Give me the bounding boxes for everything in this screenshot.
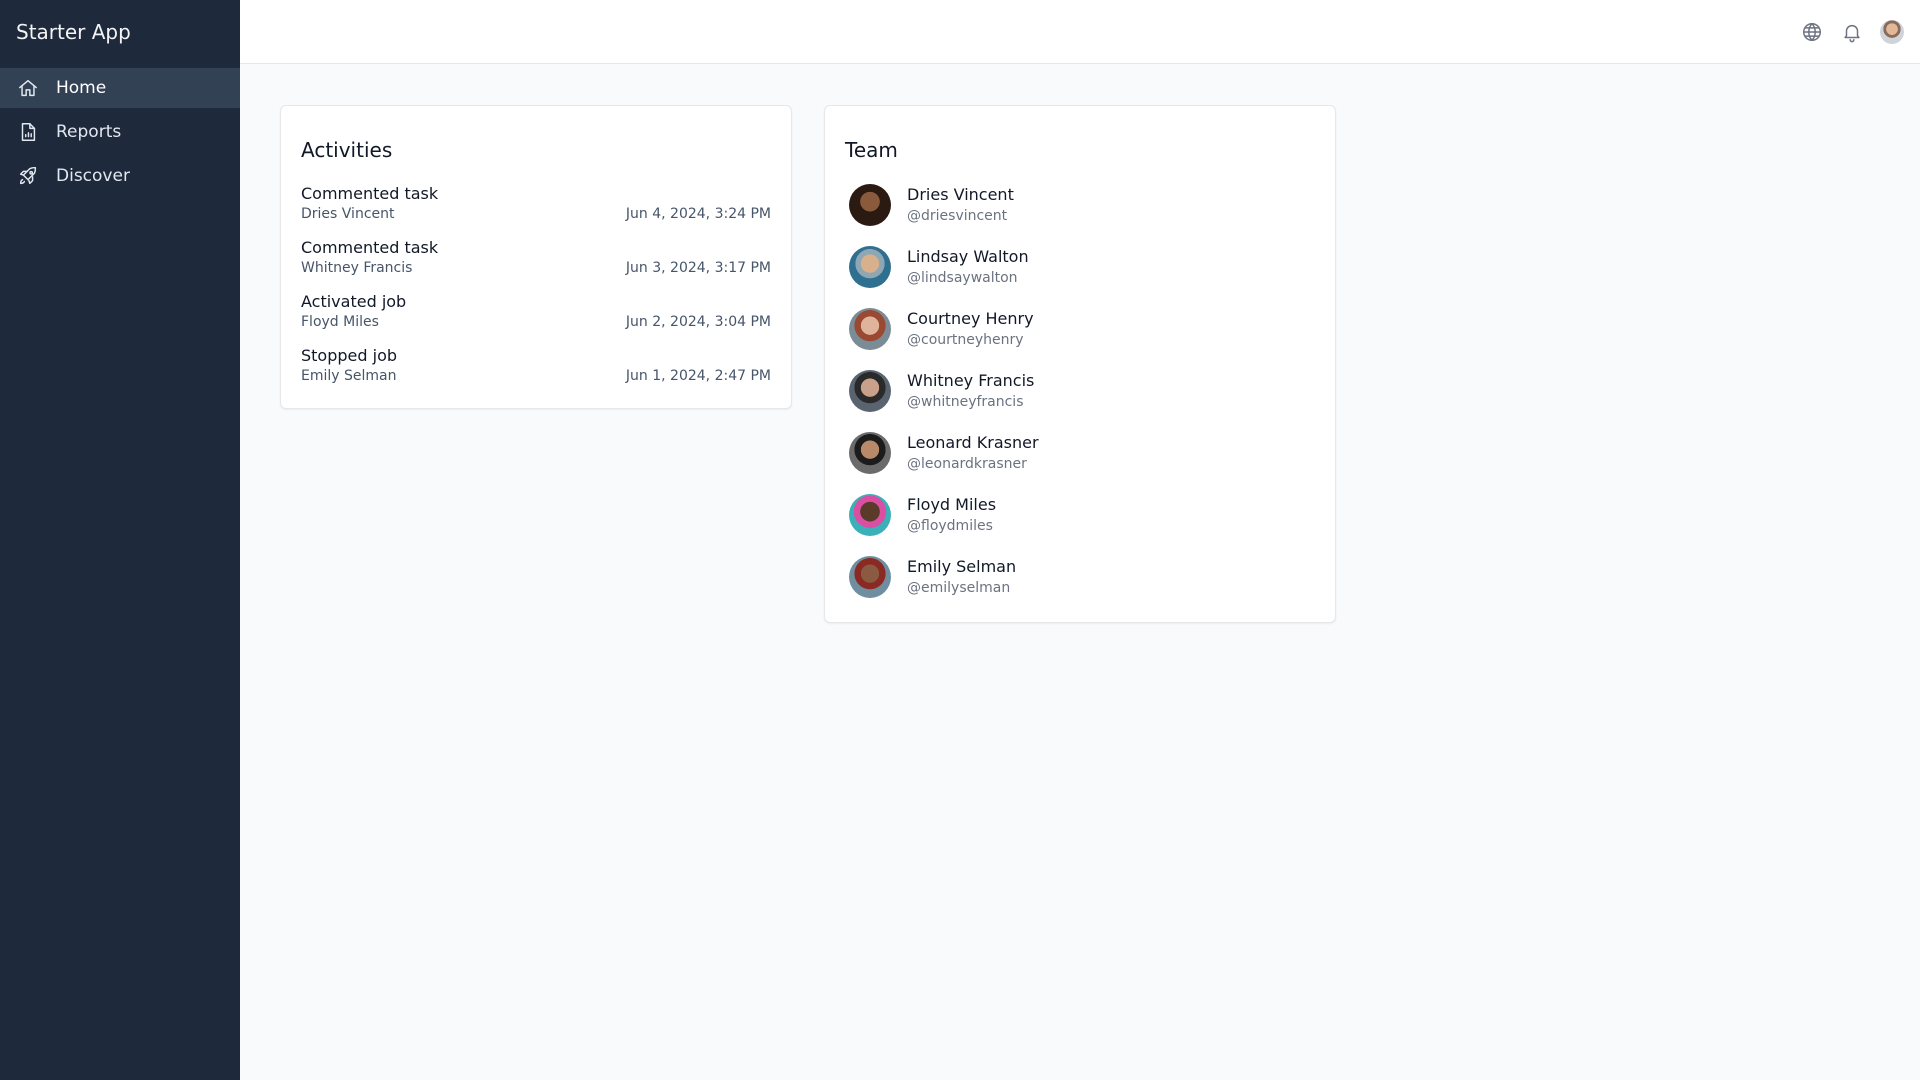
avatar — [849, 556, 891, 598]
avatar — [849, 370, 891, 412]
team-member: Courtney Henry @courtneyhenry — [845, 308, 1315, 350]
sidebar: Starter App Home Reports Discover — [0, 0, 240, 1080]
sidebar-item-label: Reports — [56, 122, 122, 142]
member-handle: @emilyselman — [907, 580, 1011, 596]
sidebar-item-label: Home — [56, 78, 107, 98]
member-name: Courtney Henry — [907, 309, 1034, 328]
team-title: Team — [845, 138, 898, 162]
activity-title: Stopped job — [301, 346, 398, 365]
team-list: Dries Vincent @driesvincent Lindsay Walt… — [845, 184, 1315, 598]
home-icon — [16, 76, 40, 100]
activity-user: Dries Vincent — [301, 206, 395, 222]
team-card: Team Dries Vincent @driesvincent Lindsay… — [824, 105, 1336, 623]
sidebar-nav: Home Reports Discover — [0, 68, 240, 196]
activity-title: Activated job — [301, 292, 407, 311]
member-handle: @courtneyhenry — [907, 332, 1024, 348]
activity-user: Whitney Francis — [301, 260, 413, 276]
member-handle: @leonardkrasner — [907, 456, 1027, 472]
activity-time: Jun 3, 2024, 3:17 PM — [625, 260, 771, 276]
member-name: Dries Vincent — [907, 185, 1014, 204]
avatar — [849, 184, 891, 226]
team-member: Leonard Krasner @leonardkrasner — [845, 432, 1315, 474]
member-handle: @driesvincent — [907, 208, 1008, 224]
document-chart-icon — [16, 120, 40, 144]
avatar — [849, 246, 891, 288]
activity-time: Jun 4, 2024, 3:24 PM — [625, 206, 771, 222]
avatar — [849, 432, 891, 474]
activity-user: Emily Selman — [301, 368, 397, 384]
main-content: Activities Commented task Dries Vincent … — [280, 105, 1336, 623]
bell-icon[interactable] — [1840, 20, 1864, 44]
member-name: Lindsay Walton — [907, 247, 1029, 266]
list-item: Stopped job Emily Selman Jun 1, 2024, 2:… — [301, 346, 771, 386]
list-item: Commented task Dries Vincent Jun 4, 2024… — [301, 184, 771, 224]
member-name: Leonard Krasner — [907, 433, 1039, 452]
team-member: Dries Vincent @driesvincent — [845, 184, 1315, 226]
avatar — [849, 494, 891, 536]
activity-time: Jun 2, 2024, 3:04 PM — [625, 314, 771, 330]
team-member: Lindsay Walton @lindsaywalton — [845, 246, 1315, 288]
team-member: Floyd Miles @floydmiles — [845, 494, 1315, 536]
sidebar-item-discover[interactable]: Discover — [0, 156, 240, 196]
activities-title: Activities — [301, 138, 393, 162]
activity-title: Commented task — [301, 238, 439, 257]
list-item: Activated job Floyd Miles Jun 2, 2024, 3… — [301, 292, 771, 332]
member-name: Emily Selman — [907, 557, 1017, 576]
user-avatar[interactable] — [1880, 19, 1904, 44]
topbar — [240, 0, 1920, 64]
activity-user: Floyd Miles — [301, 314, 379, 330]
list-item: Commented task Whitney Francis Jun 3, 20… — [301, 238, 771, 278]
sidebar-item-home[interactable]: Home — [0, 68, 240, 108]
avatar — [849, 308, 891, 350]
member-handle: @lindsaywalton — [907, 270, 1018, 286]
activities-list: Commented task Dries Vincent Jun 4, 2024… — [301, 184, 771, 386]
activities-card: Activities Commented task Dries Vincent … — [280, 105, 792, 409]
member-name: Whitney Francis — [907, 371, 1035, 390]
team-member: Whitney Francis @whitneyfrancis — [845, 370, 1315, 412]
member-name: Floyd Miles — [907, 495, 997, 514]
rocket-icon — [16, 164, 40, 188]
app-title: Starter App — [16, 20, 131, 44]
team-member: Emily Selman @emilyselman — [845, 556, 1315, 598]
sidebar-item-reports[interactable]: Reports — [0, 112, 240, 152]
activity-time: Jun 1, 2024, 2:47 PM — [625, 368, 771, 384]
member-handle: @floydmiles — [907, 518, 993, 534]
globe-icon[interactable] — [1800, 20, 1824, 44]
sidebar-item-label: Discover — [56, 166, 130, 186]
activity-title: Commented task — [301, 184, 439, 203]
member-handle: @whitneyfrancis — [907, 394, 1024, 410]
